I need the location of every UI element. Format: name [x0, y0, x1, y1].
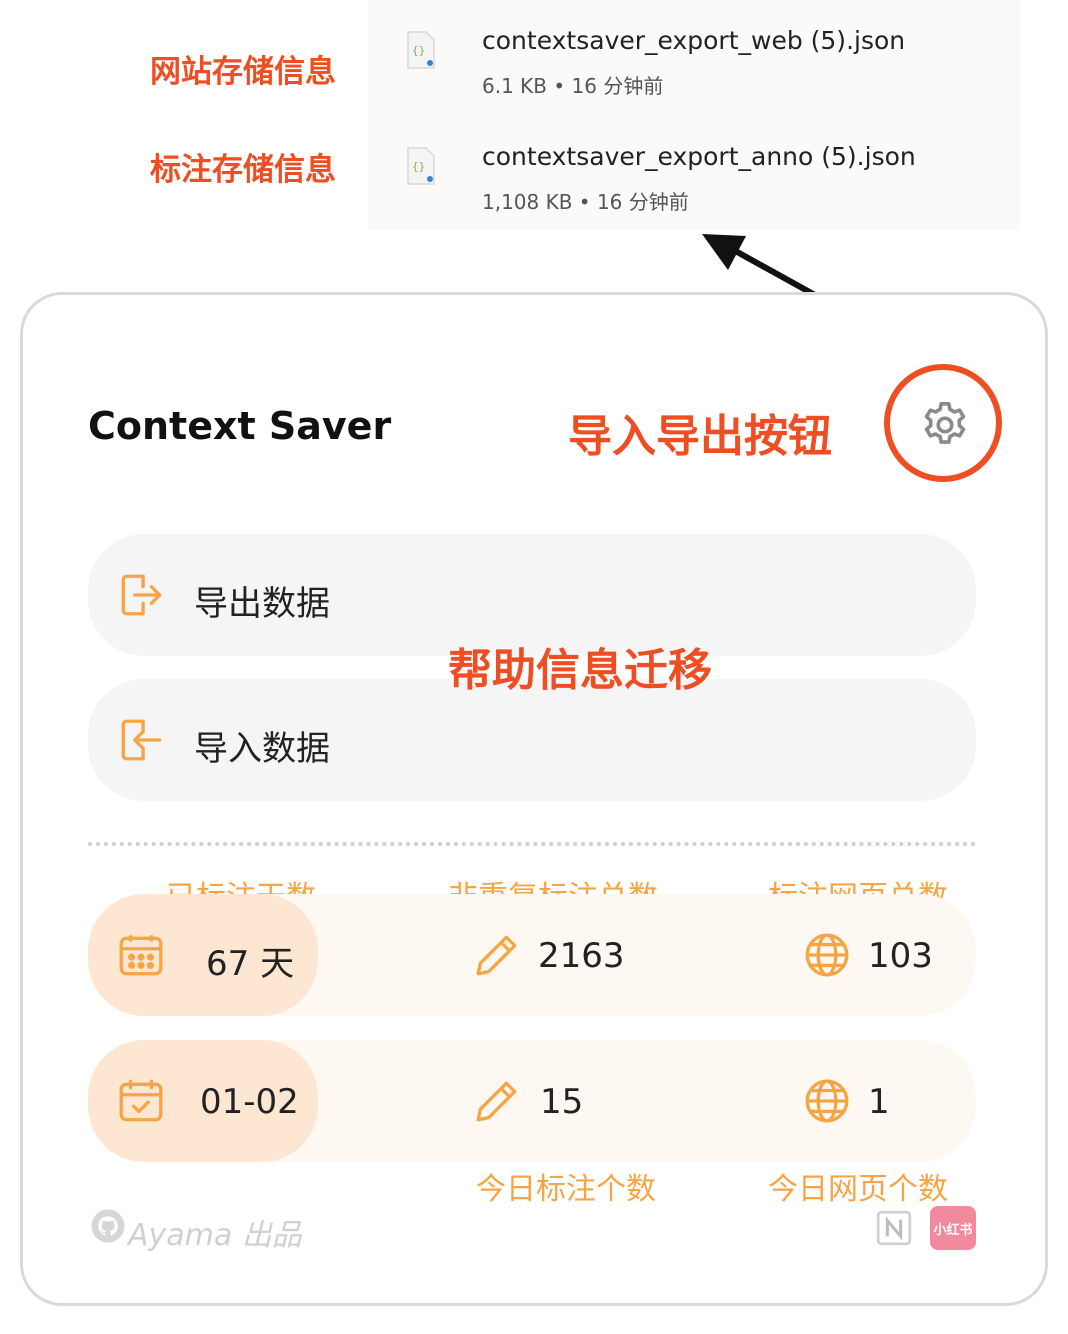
- stats-row-today: 01-02 15 1: [88, 1040, 976, 1162]
- export-label: 导出数据: [194, 584, 330, 624]
- file-row-anno[interactable]: {} contextsaver_export_anno (5).json 1,1…: [368, 116, 1020, 214]
- label-today-count: 今日标注个数: [476, 1172, 656, 1207]
- import-icon: [121, 719, 162, 761]
- svg-text:{}: {}: [412, 44, 425, 57]
- download-list: {} contextsaver_export_web (5).json 6.1 …: [368, 0, 1020, 230]
- pencil-icon: [476, 935, 517, 976]
- github-icon[interactable]: [90, 1208, 126, 1244]
- app-title: Context Saver: [88, 404, 392, 448]
- calendar-icon: [119, 935, 163, 976]
- footer-credit: Ayama 出品: [128, 1218, 302, 1253]
- stats-row-total: 67 天 2163 103: [88, 894, 976, 1016]
- pencil-icon: [476, 1081, 517, 1122]
- divider: [88, 842, 976, 846]
- json-file-icon: {}: [407, 147, 435, 185]
- annotation-migrate: 帮助信息迁移: [448, 645, 712, 696]
- today-count-value: 15: [540, 1082, 584, 1122]
- annotation-anno-storage: 标注存储信息: [150, 152, 336, 188]
- export-icon: [121, 574, 162, 616]
- json-file-icon: {}: [407, 31, 435, 69]
- pages-value: 103: [868, 936, 933, 976]
- file-meta: 6.1 KB • 16 分钟前: [482, 74, 664, 98]
- file-meta: 1,108 KB • 16 分钟前: [482, 190, 689, 214]
- annotation-settings: 导入导出按钮: [568, 411, 832, 462]
- today-pages-value: 1: [868, 1082, 890, 1122]
- file-name: contextsaver_export_anno (5).json: [482, 142, 916, 171]
- globe-icon: [805, 1079, 849, 1123]
- gear-icon[interactable]: [918, 398, 972, 452]
- globe-icon: [805, 933, 849, 977]
- svg-text:{}: {}: [412, 160, 425, 173]
- file-row-web[interactable]: {} contextsaver_export_web (5).json 6.1 …: [368, 0, 1020, 98]
- label-today-pages: 今日网页个数: [768, 1172, 948, 1207]
- notion-icon[interactable]: [874, 1208, 914, 1248]
- xiaohongshu-badge[interactable]: 小红书: [930, 1206, 976, 1250]
- unique-value: 2163: [538, 936, 625, 976]
- days-value: 67 天: [206, 944, 295, 984]
- calendar-check-icon: [119, 1079, 163, 1122]
- date-value: 01-02: [200, 1082, 299, 1122]
- file-name: contextsaver_export_web (5).json: [482, 26, 906, 55]
- annotation-web-storage: 网站存储信息: [150, 54, 336, 90]
- import-label: 导入数据: [194, 729, 330, 769]
